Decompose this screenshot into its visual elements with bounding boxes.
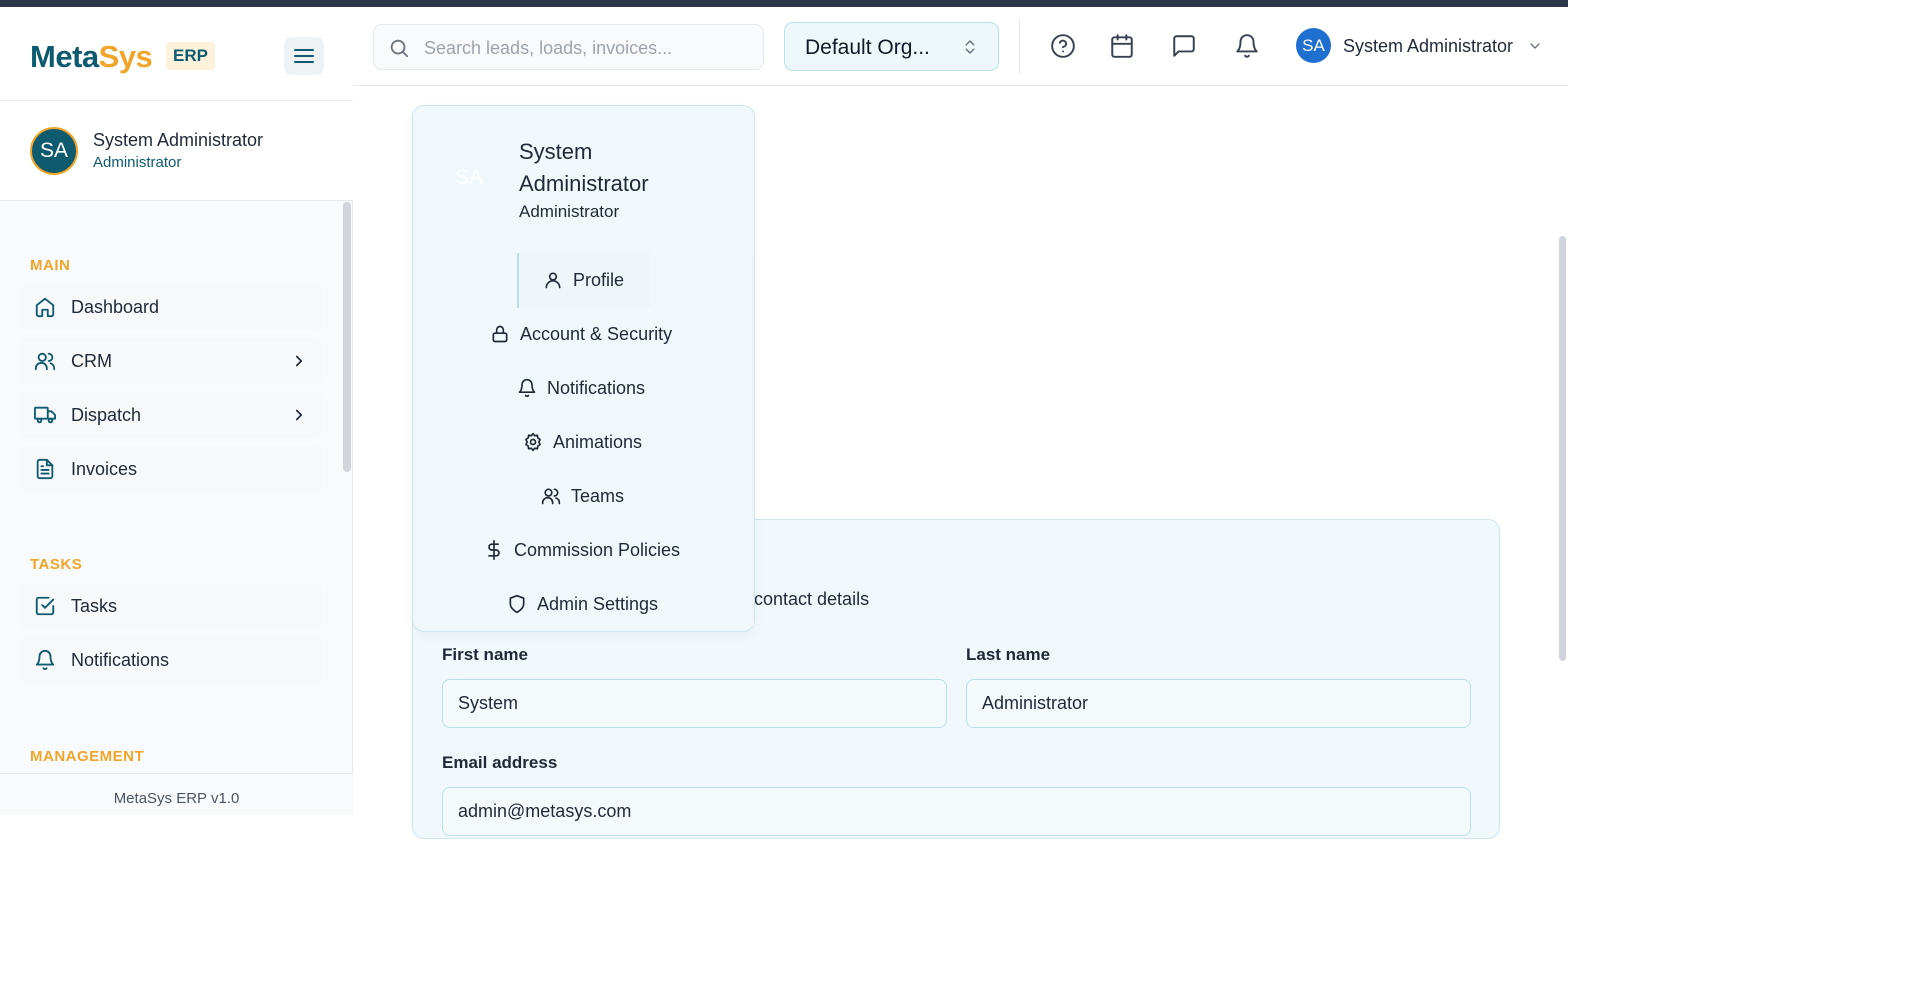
top-header: Default Org... SA System Administrator (353, 7, 1568, 86)
header-divider (1019, 19, 1020, 74)
sidebar-item-label: Dashboard (71, 297, 160, 317)
avatar: SA (30, 127, 78, 175)
dropdown-inner-edge (752, 256, 754, 626)
sidebar-footer-version: MetaSys ERP v1.0 (0, 773, 353, 815)
brand-name-part2: Sys (98, 39, 153, 74)
sidebar-item-label: Dispatch (71, 405, 142, 425)
sidebar-item-dispatch[interactable]: Dispatch (20, 392, 323, 438)
card-description: contact details (754, 589, 870, 609)
gear-icon (525, 432, 541, 452)
menu-item-notifications[interactable]: Notifications (517, 361, 645, 415)
menu-item-teams[interactable]: Teams (541, 469, 624, 523)
sidebar-item-crm[interactable]: CRM (20, 338, 323, 384)
chevron-right-icon (295, 409, 303, 421)
menu-item-animations[interactable]: Animations (523, 415, 642, 469)
chevron-down-icon[interactable] (1527, 38, 1543, 54)
nav-section-tasks: TASKS (30, 556, 83, 573)
email-field[interactable]: admin@metasys.com (442, 787, 1471, 836)
header-avatar[interactable]: SA (1296, 28, 1331, 63)
sidebar: MetaSys ERP SA System Administrator Admi… (0, 7, 353, 815)
brand-logo[interactable]: MetaSys (30, 39, 153, 75)
organization-select-value: Default Org... (805, 36, 930, 59)
shield-icon (509, 594, 525, 614)
help-circle-icon[interactable] (1050, 33, 1076, 59)
menu-item-label: Commission Policies (514, 539, 681, 560)
bell-icon (35, 650, 55, 671)
brand-erp-badge: ERP (166, 42, 215, 70)
file-text-icon (36, 458, 54, 480)
dropdown-user-role: Administrator (519, 202, 620, 221)
dropdown-avatar: SA (455, 166, 484, 189)
sidebar-item-label: Invoices (71, 459, 138, 479)
first-name-field[interactable]: System (442, 679, 947, 728)
sidebar-item-dashboard[interactable]: Dashboard (20, 284, 323, 330)
hamburger-icon (294, 49, 314, 63)
search-icon (390, 39, 409, 58)
sidebar-nav: MAIN Dashboard CRM Dispatch Invoices TAS… (0, 201, 353, 773)
menu-item-label: Profile (573, 269, 625, 290)
search-input[interactable] (424, 35, 754, 61)
sidebar-item-label: Tasks (71, 596, 118, 616)
check-square-icon (35, 596, 55, 616)
main-scrollbar[interactable] (1559, 236, 1566, 661)
chevrons-up-down-icon (965, 40, 975, 54)
sidebar-item-invoices[interactable]: Invoices (20, 446, 323, 492)
user-name: System Administrator (93, 130, 264, 150)
organization-select[interactable]: Default Org... (784, 22, 999, 71)
users-icon (541, 488, 561, 505)
menu-item-commission-policies[interactable]: Commission Policies (484, 523, 680, 577)
lock-icon (492, 325, 508, 343)
home-icon (35, 297, 55, 318)
bell-icon (518, 378, 536, 398)
sidebar-scrollbar[interactable] (343, 202, 351, 472)
menu-item-label: Notifications (547, 377, 646, 398)
window-top-strip (0, 0, 1568, 7)
calendar-icon[interactable] (1109, 33, 1135, 59)
brand-bar: MetaSys ERP (0, 7, 353, 101)
menu-item-label: Animations (553, 431, 643, 452)
bell-icon[interactable] (1234, 33, 1260, 59)
user-settings-menu: SA System Administrator Administrator Pr… (412, 105, 755, 632)
nav-section-main: MAIN (30, 257, 71, 274)
message-square-icon[interactable] (1171, 33, 1197, 59)
sidebar-item-label: CRM (71, 351, 112, 371)
menu-item-label: Admin Settings (537, 593, 659, 614)
menu-item-account-security[interactable]: Account & Security (490, 307, 672, 361)
sidebar-item-tasks[interactable]: Tasks (20, 583, 323, 629)
users-icon (34, 352, 56, 371)
sidebar-item-label: Notifications (71, 650, 170, 670)
menu-item-profile[interactable]: Profile (543, 253, 624, 307)
menu-item-label: Teams (571, 485, 625, 506)
menu-item-admin-settings[interactable]: Admin Settings (507, 577, 658, 631)
last-name-label: Last name (966, 645, 1051, 664)
menu-item-label: Account & Security (520, 323, 673, 344)
user-icon (545, 272, 561, 289)
dollar-icon (488, 540, 500, 560)
last-name-field[interactable]: Administrator (966, 679, 1471, 728)
brand-name-part1: Meta (30, 39, 99, 74)
sidebar-item-notifications[interactable]: Notifications (20, 637, 323, 683)
user-role: Administrator (93, 154, 182, 171)
dropdown-user-name: System Administrator (519, 139, 649, 196)
sidebar-user-card[interactable]: SA System Administrator Administrator (0, 101, 353, 201)
first-name-label: First name (442, 645, 528, 664)
nav-section-management: MANAGEMENT (30, 748, 145, 765)
chevron-right-icon (295, 355, 303, 367)
menu-toggle-button[interactable] (284, 37, 324, 75)
header-user-name[interactable]: System Administrator (1343, 36, 1513, 57)
truck-icon (34, 406, 56, 424)
search-box[interactable] (373, 24, 764, 70)
email-label: Email address (442, 753, 558, 772)
